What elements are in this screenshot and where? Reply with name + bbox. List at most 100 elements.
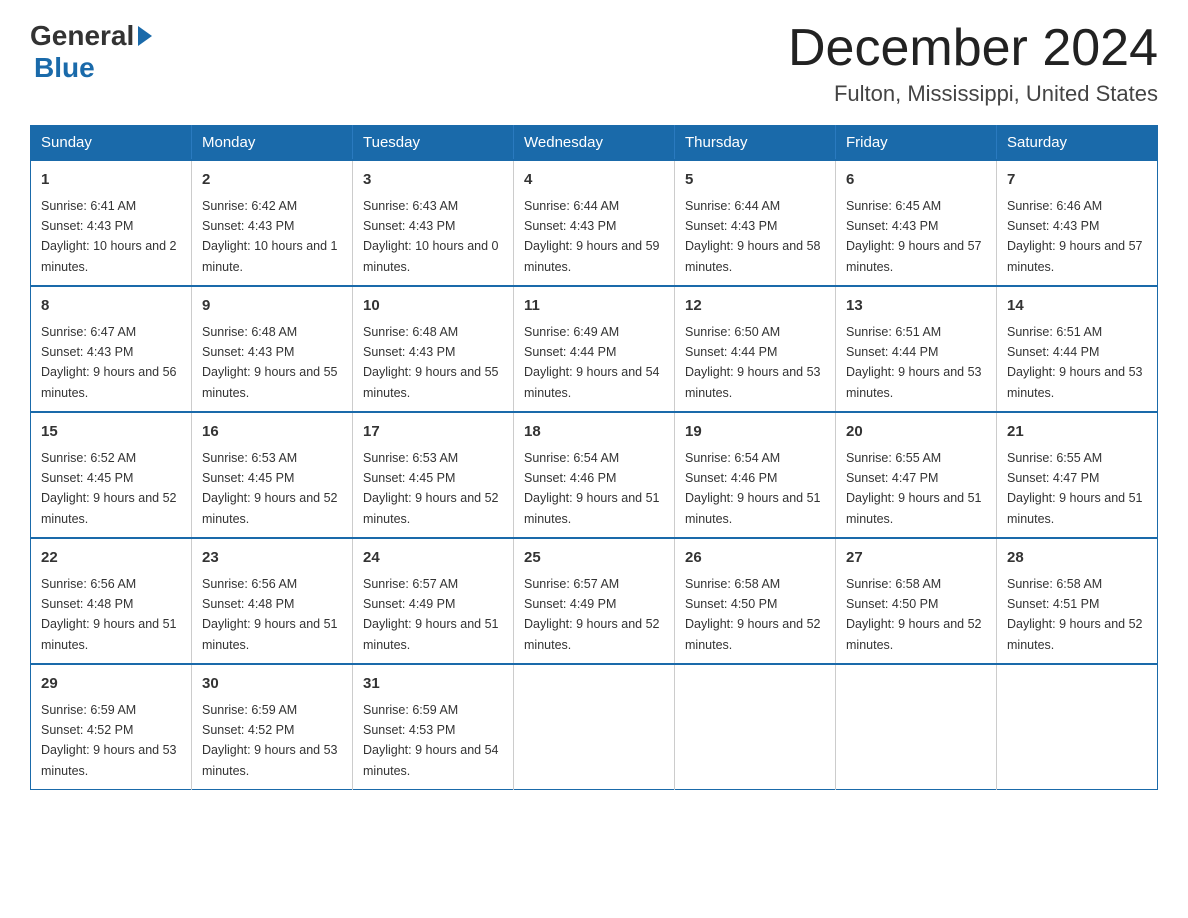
calendar-cell: 8 Sunrise: 6:47 AMSunset: 4:43 PMDaylight… — [31, 286, 192, 412]
day-number: 19 — [685, 421, 825, 444]
weekday-header-friday: Friday — [836, 126, 997, 161]
day-info: Sunrise: 6:53 AMSunset: 4:45 PMDaylight:… — [202, 451, 338, 526]
day-info: Sunrise: 6:51 AMSunset: 4:44 PMDaylight:… — [1007, 325, 1143, 400]
day-info: Sunrise: 6:58 AMSunset: 4:50 PMDaylight:… — [846, 577, 982, 652]
day-info: Sunrise: 6:55 AMSunset: 4:47 PMDaylight:… — [846, 451, 982, 526]
day-number: 8 — [41, 295, 181, 318]
day-number: 1 — [41, 169, 181, 192]
day-number: 30 — [202, 673, 342, 696]
day-info: Sunrise: 6:47 AMSunset: 4:43 PMDaylight:… — [41, 325, 177, 400]
calendar-cell: 6 Sunrise: 6:45 AMSunset: 4:43 PMDaylight… — [836, 160, 997, 286]
calendar-cell: 3 Sunrise: 6:43 AMSunset: 4:43 PMDaylight… — [353, 160, 514, 286]
day-number: 13 — [846, 295, 986, 318]
calendar-cell: 22Sunrise: 6:56 AMSunset: 4:48 PMDayligh… — [31, 538, 192, 664]
day-number: 17 — [363, 421, 503, 444]
day-number: 29 — [41, 673, 181, 696]
day-info: Sunrise: 6:42 AMSunset: 4:43 PMDaylight:… — [202, 199, 338, 274]
day-info: Sunrise: 6:49 AMSunset: 4:44 PMDaylight:… — [524, 325, 660, 400]
day-number: 18 — [524, 421, 664, 444]
calendar-cell: 19 Sunrise: 6:54 AMSunset: 4:46 PMDayligh… — [675, 412, 836, 538]
calendar-cell — [836, 664, 997, 790]
day-number: 2 — [202, 169, 342, 192]
weekday-header-saturday: Saturday — [997, 126, 1158, 161]
calendar-cell: 23 Sunrise: 6:56 AMSunset: 4:48 PMDayligh… — [192, 538, 353, 664]
calendar-week-row: 1 Sunrise: 6:41 AMSunset: 4:43 PMDaylight… — [31, 160, 1158, 286]
calendar-week-row: 15 Sunrise: 6:52 AMSunset: 4:45 PMDayligh… — [31, 412, 1158, 538]
day-number: 16 — [202, 421, 342, 444]
day-info: Sunrise: 6:59 AMSunset: 4:53 PMDaylight:… — [363, 703, 499, 778]
calendar-cell: 29 Sunrise: 6:59 AMSunset: 4:52 PMDayligh… — [31, 664, 192, 790]
calendar-cell: 12 Sunrise: 6:50 AMSunset: 4:44 PMDayligh… — [675, 286, 836, 412]
weekday-header-tuesday: Tuesday — [353, 126, 514, 161]
day-info: Sunrise: 6:41 AMSunset: 4:43 PMDaylight:… — [41, 199, 177, 274]
calendar-cell: 14 Sunrise: 6:51 AMSunset: 4:44 PMDayligh… — [997, 286, 1158, 412]
day-number: 11 — [524, 295, 664, 318]
day-info: Sunrise: 6:46 AMSunset: 4:43 PMDaylight:… — [1007, 199, 1143, 274]
day-number: 14 — [1007, 295, 1147, 318]
calendar-week-row: 8 Sunrise: 6:47 AMSunset: 4:43 PMDaylight… — [31, 286, 1158, 412]
weekday-header-row: SundayMondayTuesdayWednesdayThursdayFrid… — [31, 126, 1158, 161]
day-number: 9 — [202, 295, 342, 318]
calendar-cell: 20 Sunrise: 6:55 AMSunset: 4:47 PMDayligh… — [836, 412, 997, 538]
title-area: December 2024 Fulton, Mississippi, Unite… — [788, 20, 1158, 107]
calendar-cell: 13Sunrise: 6:51 AMSunset: 4:44 PMDayligh… — [836, 286, 997, 412]
calendar-cell — [514, 664, 675, 790]
day-number: 21 — [1007, 421, 1147, 444]
logo-general-text: General — [30, 20, 134, 52]
calendar-cell: 17Sunrise: 6:53 AMSunset: 4:45 PMDayligh… — [353, 412, 514, 538]
day-number: 23 — [202, 547, 342, 570]
page-subtitle: Fulton, Mississippi, United States — [788, 81, 1158, 107]
day-number: 6 — [846, 169, 986, 192]
calendar-cell: 21 Sunrise: 6:55 AMSunset: 4:47 PMDayligh… — [997, 412, 1158, 538]
calendar-cell: 11 Sunrise: 6:49 AMSunset: 4:44 PMDayligh… — [514, 286, 675, 412]
calendar-cell: 27 Sunrise: 6:58 AMSunset: 4:50 PMDayligh… — [836, 538, 997, 664]
day-number: 10 — [363, 295, 503, 318]
calendar-cell: 4Sunrise: 6:44 AMSunset: 4:43 PMDaylight… — [514, 160, 675, 286]
calendar-cell: 2 Sunrise: 6:42 AMSunset: 4:43 PMDaylight… — [192, 160, 353, 286]
page-title: December 2024 — [788, 20, 1158, 77]
day-info: Sunrise: 6:57 AMSunset: 4:49 PMDaylight:… — [363, 577, 499, 652]
day-info: Sunrise: 6:43 AMSunset: 4:43 PMDaylight:… — [363, 199, 499, 274]
day-number: 31 — [363, 673, 503, 696]
calendar-cell: 5 Sunrise: 6:44 AMSunset: 4:43 PMDaylight… — [675, 160, 836, 286]
day-number: 15 — [41, 421, 181, 444]
day-info: Sunrise: 6:48 AMSunset: 4:43 PMDaylight:… — [202, 325, 338, 400]
day-info: Sunrise: 6:59 AMSunset: 4:52 PMDaylight:… — [41, 703, 177, 778]
day-info: Sunrise: 6:56 AMSunset: 4:48 PMDaylight:… — [202, 577, 338, 652]
calendar-cell: 24 Sunrise: 6:57 AMSunset: 4:49 PMDayligh… — [353, 538, 514, 664]
day-info: Sunrise: 6:54 AMSunset: 4:46 PMDaylight:… — [524, 451, 660, 526]
day-info: Sunrise: 6:45 AMSunset: 4:43 PMDaylight:… — [846, 199, 982, 274]
calendar-week-row: 29 Sunrise: 6:59 AMSunset: 4:52 PMDayligh… — [31, 664, 1158, 790]
day-number: 3 — [363, 169, 503, 192]
day-number: 27 — [846, 547, 986, 570]
calendar-cell: 30 Sunrise: 6:59 AMSunset: 4:52 PMDayligh… — [192, 664, 353, 790]
day-info: Sunrise: 6:54 AMSunset: 4:46 PMDaylight:… — [685, 451, 821, 526]
day-info: Sunrise: 6:44 AMSunset: 4:43 PMDaylight:… — [524, 199, 660, 274]
day-number: 25 — [524, 547, 664, 570]
day-number: 24 — [363, 547, 503, 570]
day-info: Sunrise: 6:50 AMSunset: 4:44 PMDaylight:… — [685, 325, 821, 400]
calendar-cell: 26Sunrise: 6:58 AMSunset: 4:50 PMDayligh… — [675, 538, 836, 664]
day-info: Sunrise: 6:59 AMSunset: 4:52 PMDaylight:… — [202, 703, 338, 778]
weekday-header-sunday: Sunday — [31, 126, 192, 161]
day-number: 20 — [846, 421, 986, 444]
day-info: Sunrise: 6:58 AMSunset: 4:51 PMDaylight:… — [1007, 577, 1143, 652]
calendar-cell — [997, 664, 1158, 790]
day-info: Sunrise: 6:55 AMSunset: 4:47 PMDaylight:… — [1007, 451, 1143, 526]
day-info: Sunrise: 6:56 AMSunset: 4:48 PMDaylight:… — [41, 577, 177, 652]
day-info: Sunrise: 6:58 AMSunset: 4:50 PMDaylight:… — [685, 577, 821, 652]
day-info: Sunrise: 6:44 AMSunset: 4:43 PMDaylight:… — [685, 199, 821, 274]
day-number: 12 — [685, 295, 825, 318]
weekday-header-wednesday: Wednesday — [514, 126, 675, 161]
calendar-cell: 15 Sunrise: 6:52 AMSunset: 4:45 PMDayligh… — [31, 412, 192, 538]
day-number: 28 — [1007, 547, 1147, 570]
calendar-cell: 7 Sunrise: 6:46 AMSunset: 4:43 PMDaylight… — [997, 160, 1158, 286]
day-number: 7 — [1007, 169, 1147, 192]
calendar-cell: 9 Sunrise: 6:48 AMSunset: 4:43 PMDaylight… — [192, 286, 353, 412]
calendar-cell: 28 Sunrise: 6:58 AMSunset: 4:51 PMDayligh… — [997, 538, 1158, 664]
weekday-header-thursday: Thursday — [675, 126, 836, 161]
day-info: Sunrise: 6:52 AMSunset: 4:45 PMDaylight:… — [41, 451, 177, 526]
logo-blue-text: Blue — [34, 52, 95, 83]
calendar-cell: 31 Sunrise: 6:59 AMSunset: 4:53 PMDayligh… — [353, 664, 514, 790]
day-number: 5 — [685, 169, 825, 192]
